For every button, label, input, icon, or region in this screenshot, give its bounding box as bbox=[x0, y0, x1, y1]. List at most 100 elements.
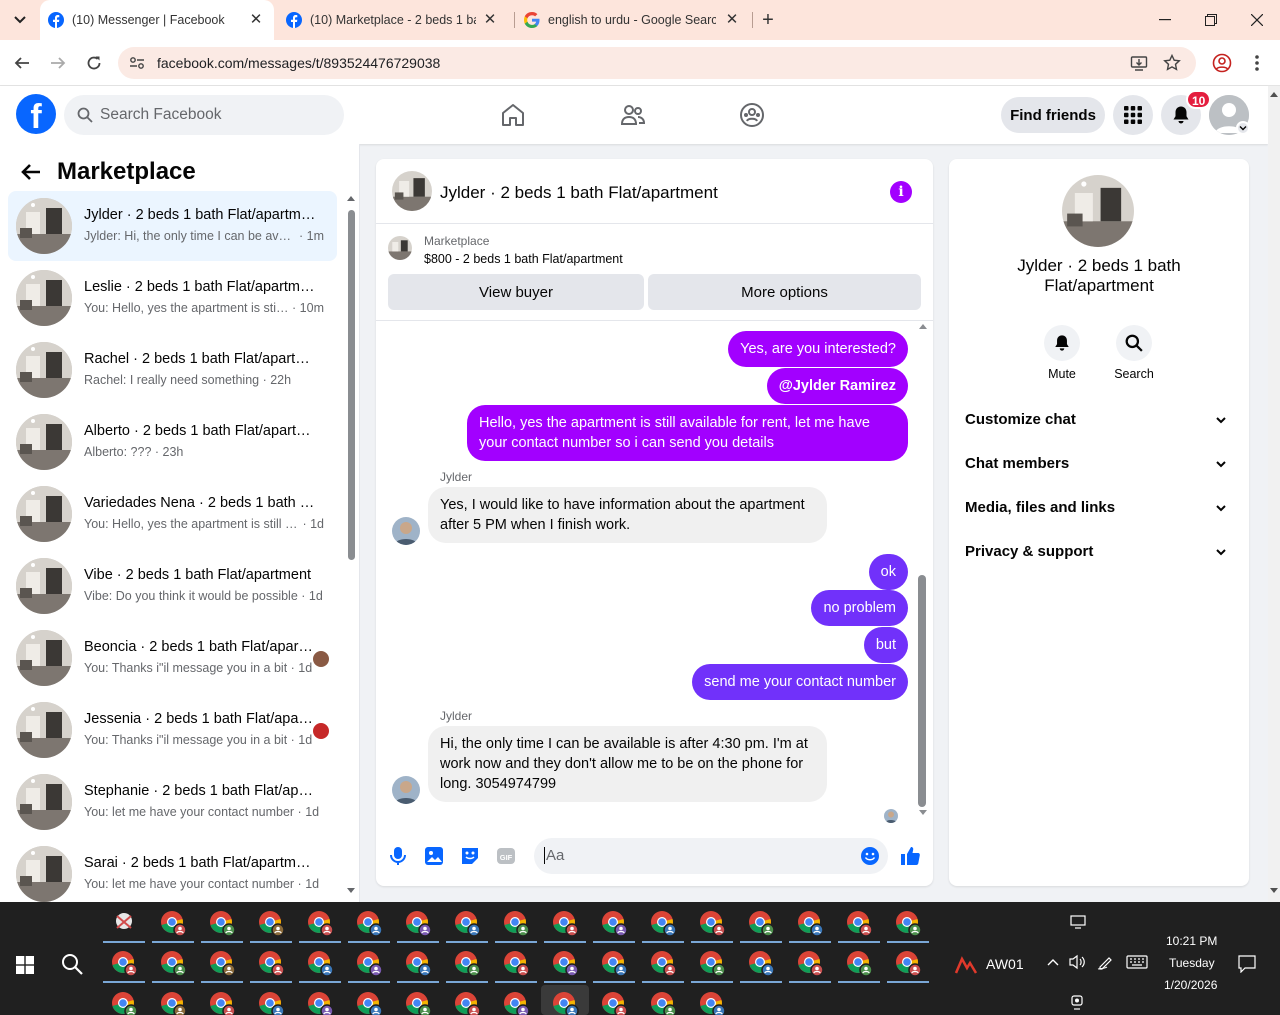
scroll-up-icon[interactable] bbox=[1270, 92, 1278, 97]
conversation-item[interactable]: Jessenia · 2 beds 1 bath Flat/apartment Y… bbox=[8, 695, 337, 765]
chrome-profile-icon[interactable] bbox=[599, 948, 629, 978]
conversation-item[interactable]: Sarai · 2 beds 1 bath Flat/apartment You:… bbox=[8, 839, 337, 902]
tab-close-icon[interactable]: ✕ bbox=[248, 12, 264, 28]
chat-avatar[interactable] bbox=[392, 171, 432, 211]
chrome-profile-icon[interactable] bbox=[893, 908, 923, 938]
chrome-profile-icon[interactable] bbox=[501, 908, 531, 938]
search-in-conversation-button[interactable]: Search bbox=[1104, 325, 1164, 381]
new-tab-button[interactable]: + bbox=[758, 10, 778, 30]
webcam-tray-icon[interactable] bbox=[1070, 994, 1084, 1010]
taskbar-search-icon[interactable] bbox=[60, 952, 84, 976]
chrome-profile-icon[interactable] bbox=[109, 989, 139, 1015]
sender-avatar[interactable] bbox=[392, 517, 420, 545]
chrome-profile-icon[interactable] bbox=[452, 989, 482, 1015]
conversation-item[interactable]: Alberto · 2 beds 1 bath Flat/apartment Al… bbox=[8, 407, 337, 477]
scroll-up-icon[interactable] bbox=[919, 324, 927, 329]
gif-icon[interactable]: GIF bbox=[495, 845, 517, 867]
address-bar[interactable]: facebook.com/messages/t/893524476729038 bbox=[118, 47, 1196, 79]
message-bubble-incoming[interactable]: Hi, the only time I can be available is … bbox=[428, 726, 827, 802]
message-bubble-outgoing[interactable]: Hello, yes the apartment is still availa… bbox=[467, 405, 908, 461]
bookmark-star-icon[interactable] bbox=[1163, 54, 1181, 72]
conversation-item[interactable]: Stephanie · 2 beds 1 bath Flat/apartment… bbox=[8, 767, 337, 837]
sticker-icon[interactable] bbox=[459, 845, 481, 867]
chrome-profile-icon[interactable] bbox=[158, 908, 188, 938]
listing-price-title[interactable]: $800 - 2 beds 1 bath Flat/apartment bbox=[424, 252, 623, 266]
chrome-profile-icon[interactable] bbox=[648, 948, 678, 978]
tab-google-search[interactable]: english to urdu - Google Search ✕ bbox=[516, 0, 750, 40]
chrome-profile-icon[interactable] bbox=[746, 948, 776, 978]
chrome-profile-icon[interactable] bbox=[893, 948, 923, 978]
volume-icon[interactable] bbox=[1068, 954, 1086, 970]
back-button[interactable] bbox=[10, 51, 34, 75]
close-window-button[interactable] bbox=[1234, 0, 1280, 40]
more-options-button[interactable]: More options bbox=[648, 274, 921, 310]
chrome-profile-icon[interactable] bbox=[256, 908, 286, 938]
conversation-item[interactable]: Rachel · 2 beds 1 bath Flat/apartment Rac… bbox=[8, 335, 337, 405]
clock-date[interactable]: 1/20/2026 bbox=[1164, 978, 1217, 992]
groups-icon[interactable] bbox=[739, 102, 765, 128]
chat-scroll-thumb[interactable] bbox=[918, 575, 926, 807]
chrome-profile-icon[interactable] bbox=[403, 908, 433, 938]
facebook-logo[interactable]: f bbox=[16, 94, 56, 134]
message-bubble-outgoing[interactable]: send me your contact number bbox=[692, 664, 908, 700]
chrome-profile-icon[interactable] bbox=[354, 908, 384, 938]
minimize-button[interactable] bbox=[1142, 0, 1188, 40]
chrome-profile-icon[interactable] bbox=[207, 948, 237, 978]
chat-members-section[interactable]: Chat members bbox=[957, 444, 1241, 484]
tab-close-icon[interactable]: ✕ bbox=[482, 12, 498, 28]
chevron-up-icon[interactable] bbox=[1046, 957, 1060, 967]
conversation-item[interactable]: Beoncia · 2 beds 1 bath Flat/apartment Yo… bbox=[8, 623, 337, 693]
listing-thumbnail[interactable] bbox=[388, 236, 412, 260]
chrome-profile-icon[interactable] bbox=[354, 948, 384, 978]
snipping-tool-icon[interactable] bbox=[109, 908, 139, 938]
chrome-profile-icon[interactable] bbox=[550, 989, 580, 1015]
scroll-down-icon[interactable] bbox=[347, 888, 355, 893]
conversation-info-icon[interactable]: i bbox=[890, 181, 912, 203]
clock-time[interactable]: 10:21 PM bbox=[1166, 934, 1217, 948]
thumbs-up-icon[interactable] bbox=[899, 845, 921, 867]
home-icon[interactable] bbox=[500, 102, 526, 128]
chrome-profile-icon[interactable] bbox=[795, 908, 825, 938]
photo-icon[interactable] bbox=[423, 845, 445, 867]
conversation-item[interactable]: Vibe · 2 beds 1 bath Flat/apartment Vibe:… bbox=[8, 551, 337, 621]
chrome-profile-icon[interactable] bbox=[844, 908, 874, 938]
view-buyer-button[interactable]: View buyer bbox=[388, 274, 644, 310]
forward-button[interactable] bbox=[46, 51, 70, 75]
chrome-profile-icon[interactable] bbox=[305, 948, 335, 978]
chrome-profile-icon[interactable] bbox=[550, 908, 580, 938]
windows-start-icon[interactable] bbox=[16, 956, 34, 974]
chrome-profile-icon[interactable] bbox=[158, 948, 188, 978]
menu-button[interactable] bbox=[1113, 95, 1153, 135]
chrome-profile-icon[interactable] bbox=[501, 989, 531, 1015]
chrome-profile-icon[interactable] bbox=[305, 908, 335, 938]
info-panel-avatar[interactable] bbox=[1062, 175, 1134, 247]
page-scrollbar[interactable] bbox=[1268, 86, 1280, 902]
chrome-profile-icon[interactable] bbox=[550, 948, 580, 978]
chrome-profile-icon[interactable] bbox=[697, 908, 727, 938]
chrome-profile-icon[interactable] bbox=[403, 948, 433, 978]
message-bubble-outgoing[interactable]: no problem bbox=[811, 590, 908, 626]
chrome-profile-icon[interactable] bbox=[697, 948, 727, 978]
privacy-support-section[interactable]: Privacy & support bbox=[957, 532, 1241, 572]
chrome-profile-icon[interactable] bbox=[452, 908, 482, 938]
chrome-profile-icon[interactable] bbox=[697, 989, 727, 1015]
tab-search-button[interactable] bbox=[8, 8, 32, 32]
conversation-item[interactable]: Leslie · 2 beds 1 bath Flat/apartment You… bbox=[8, 263, 337, 333]
tab-marketplace[interactable]: (10) Marketplace - 2 beds 1 bath ✕ bbox=[278, 0, 508, 40]
tab-messenger[interactable]: (10) Messenger | Facebook ✕ bbox=[40, 0, 274, 40]
display-tray-icon[interactable] bbox=[1070, 915, 1086, 929]
message-bubble-outgoing[interactable]: Yes, are you interested? bbox=[728, 331, 908, 367]
chrome-profile-icon[interactable] bbox=[109, 948, 139, 978]
clock-day[interactable]: Tuesday bbox=[1169, 956, 1215, 970]
network-tray-icon[interactable] bbox=[954, 953, 978, 975]
chrome-profile-icon[interactable] bbox=[599, 989, 629, 1015]
chrome-profile-icon[interactable] bbox=[844, 948, 874, 978]
chrome-profile-icon[interactable] bbox=[795, 948, 825, 978]
chrome-profile-icon[interactable] bbox=[158, 989, 188, 1015]
reload-button[interactable] bbox=[82, 51, 106, 75]
site-info-icon[interactable] bbox=[128, 54, 146, 72]
scroll-up-icon[interactable] bbox=[347, 196, 355, 201]
back-arrow-icon[interactable] bbox=[20, 161, 42, 183]
mute-button[interactable]: Mute bbox=[1032, 325, 1092, 381]
account-menu-chevron[interactable] bbox=[1236, 121, 1250, 135]
